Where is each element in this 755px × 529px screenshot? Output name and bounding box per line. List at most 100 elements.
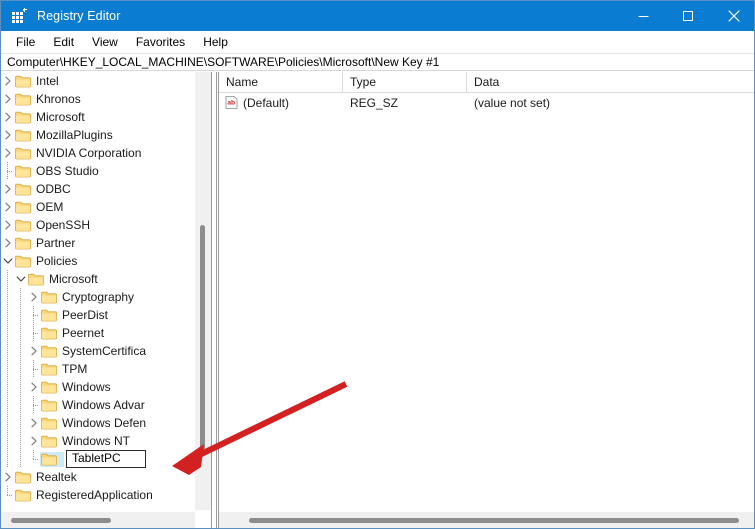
registry-tree[interactable]: Intel Khronos Microsoft MozillaPlugins NVIDI…: [1, 72, 195, 510]
tree-node-content[interactable]: SystemCertifica: [40, 343, 152, 359]
tree-node-label: Microsoft: [49, 272, 98, 286]
tree-node-content[interactable]: OpenSSH: [14, 217, 96, 233]
tree-node-content[interactable]: Microsoft: [14, 109, 91, 125]
tree-indent-guide: [14, 324, 27, 342]
tree-node-content[interactable]: Khronos: [14, 91, 87, 107]
chevron-down-icon[interactable]: [1, 252, 14, 270]
tree-node-content[interactable]: Realtek: [14, 469, 83, 485]
close-button[interactable]: [711, 1, 754, 31]
tree-node-content[interactable]: Windows Advar: [40, 397, 151, 413]
tree-node-content[interactable]: TPM: [40, 361, 93, 377]
chevron-right-icon[interactable]: [27, 288, 40, 306]
tree-node-content[interactable]: OEM: [14, 199, 69, 215]
tree-node[interactable]: TabletPC: [1, 450, 195, 468]
chevron-right-icon[interactable]: [1, 198, 14, 216]
tree-branch-guide: [1, 486, 14, 504]
tree-node-content[interactable]: PeerDist: [40, 307, 114, 323]
chevron-right-icon[interactable]: [1, 234, 14, 252]
tree-node[interactable]: PeerDist: [1, 306, 195, 324]
tree-vertical-scroll-thumb[interactable]: [200, 225, 205, 451]
tree-node-content[interactable]: OBS Studio: [14, 163, 105, 179]
tree-node-content[interactable]: Peernet: [40, 325, 110, 341]
menu-edit[interactable]: Edit: [44, 33, 83, 52]
tree-node[interactable]: Policies: [1, 252, 195, 270]
tree-node-content[interactable]: Intel: [14, 73, 65, 89]
maximize-button[interactable]: [666, 1, 711, 31]
tree-node[interactable]: Cryptography: [1, 288, 195, 306]
tree-node[interactable]: Windows: [1, 378, 195, 396]
tree-node[interactable]: Realtek: [1, 468, 195, 486]
tree-node-content[interactable]: Microsoft: [27, 271, 104, 287]
folder-icon: [41, 291, 57, 304]
tree-node[interactable]: Windows Advar: [1, 396, 195, 414]
tree-node[interactable]: TPM: [1, 360, 195, 378]
tree-node-content[interactable]: MozillaPlugins: [14, 127, 119, 143]
tree-node[interactable]: Windows Defen: [1, 414, 195, 432]
chevron-right-icon[interactable]: [1, 108, 14, 126]
tree-node[interactable]: OBS Studio: [1, 162, 195, 180]
panel-splitter[interactable]: [211, 72, 217, 528]
column-header-type[interactable]: Type: [343, 72, 467, 92]
menu-help[interactable]: Help: [194, 33, 237, 52]
menu-view[interactable]: View: [83, 33, 127, 52]
title-bar[interactable]: Registry Editor: [1, 1, 754, 31]
chevron-right-icon[interactable]: [27, 342, 40, 360]
menu-file[interactable]: File: [7, 33, 44, 52]
tree-node[interactable]: SystemCertifica: [1, 342, 195, 360]
tree-node-content[interactable]: Windows Defen: [40, 415, 152, 431]
tree-horizontal-scroll-thumb[interactable]: [11, 518, 111, 523]
tree-node[interactable]: OEM: [1, 198, 195, 216]
tree-node-content[interactable]: Windows NT: [40, 433, 136, 449]
tree-node-label: NVIDIA Corporation: [36, 146, 142, 160]
tree-node[interactable]: MozillaPlugins: [1, 126, 195, 144]
chevron-right-icon[interactable]: [27, 432, 40, 450]
chevron-right-icon[interactable]: [27, 378, 40, 396]
chevron-right-icon[interactable]: [1, 180, 14, 198]
tree-horizontal-scrollbar[interactable]: [1, 511, 195, 528]
tree-vertical-scrollbar[interactable]: [195, 72, 211, 510]
chevron-down-icon[interactable]: [14, 270, 27, 288]
tree-node-content[interactable]: Partner: [14, 235, 81, 251]
list-horizontal-scrollbar[interactable]: [219, 511, 754, 528]
tree-indent-guide: [1, 414, 14, 432]
tree-node[interactable]: Microsoft: [1, 270, 195, 288]
values-list[interactable]: ab (Default) REG_SZ (value not set): [219, 93, 754, 112]
rename-key-input[interactable]: TabletPC: [66, 450, 146, 468]
address-bar[interactable]: Computer\HKEY_LOCAL_MACHINE\SOFTWARE\Pol…: [1, 53, 754, 71]
tree-node[interactable]: Khronos: [1, 90, 195, 108]
tree-node[interactable]: Partner: [1, 234, 195, 252]
list-horizontal-scroll-thumb[interactable]: [249, 518, 739, 523]
chevron-right-icon[interactable]: [1, 144, 14, 162]
tree-node[interactable]: OpenSSH: [1, 216, 195, 234]
tree-node-content[interactable]: Windows: [40, 379, 117, 395]
folder-icon: [41, 417, 57, 430]
tree-node[interactable]: Intel: [1, 72, 195, 90]
chevron-right-icon[interactable]: [1, 90, 14, 108]
tree-node-label: PeerDist: [62, 308, 109, 322]
minimize-button[interactable]: [621, 1, 666, 31]
tree-node-content[interactable]: Policies: [14, 253, 83, 269]
tree-node[interactable]: NVIDIA Corporation: [1, 144, 195, 162]
chevron-right-icon[interactable]: [1, 72, 14, 90]
chevron-right-icon[interactable]: [1, 216, 14, 234]
tree-node[interactable]: RegisteredApplication: [1, 486, 195, 504]
folder-icon: [15, 147, 31, 160]
tree-node[interactable]: Peernet: [1, 324, 195, 342]
tree-node[interactable]: ODBC: [1, 180, 195, 198]
tree-node[interactable]: Windows NT: [1, 432, 195, 450]
chevron-right-icon[interactable]: [1, 126, 14, 144]
tree-node-content[interactable]: NVIDIA Corporation: [14, 145, 147, 161]
chevron-right-icon[interactable]: [27, 414, 40, 432]
tree-branch-guide: [27, 306, 40, 324]
column-header-data[interactable]: Data: [467, 72, 754, 92]
menu-favorites[interactable]: Favorites: [127, 33, 194, 52]
chevron-right-icon[interactable]: [1, 468, 14, 486]
table-row[interactable]: ab (Default) REG_SZ (value not set): [219, 93, 754, 112]
tree-node-content[interactable]: ODBC: [14, 181, 77, 197]
tree-node-content[interactable]: [40, 451, 64, 467]
tree-node-label: Peernet: [62, 326, 105, 340]
column-header-name[interactable]: Name: [219, 72, 343, 92]
tree-node-content[interactable]: RegisteredApplication: [14, 487, 159, 503]
tree-node-content[interactable]: Cryptography: [40, 289, 140, 305]
tree-node[interactable]: Microsoft: [1, 108, 195, 126]
